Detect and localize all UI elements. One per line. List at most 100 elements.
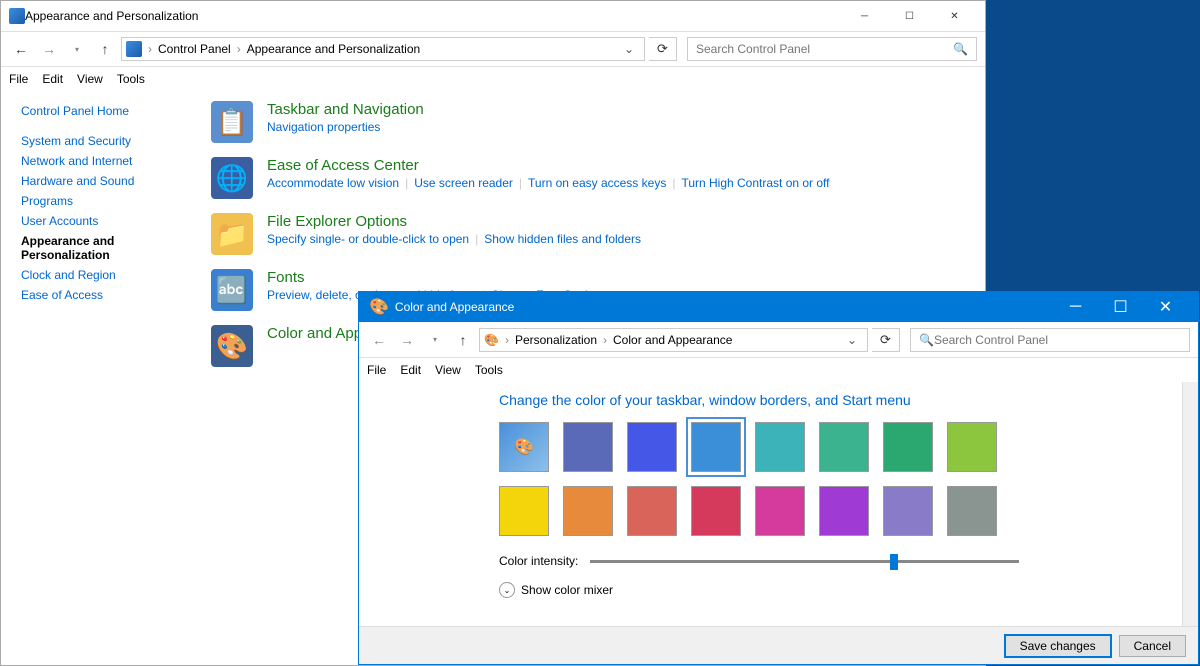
color-swatch[interactable] [691,422,741,472]
search-icon[interactable]: 🔍 [953,42,968,56]
sub-refresh-button[interactable]: ⟳ [872,328,900,352]
scrollbar[interactable] [1182,382,1198,626]
sidebar-item[interactable]: User Accounts [21,211,187,231]
intensity-slider[interactable] [590,560,1019,563]
sub-up-button[interactable]: ↑ [451,328,475,352]
breadcrumb-root[interactable]: Control Panel [158,42,231,56]
sub-menu-file[interactable]: File [367,363,386,377]
sub-search-box[interactable]: 🔍 [910,328,1190,352]
address-icon [126,41,142,57]
color-swatch[interactable] [755,422,805,472]
sub-breadcrumb-current[interactable]: Color and Appearance [613,333,732,347]
sidebar-item[interactable]: Appearance and Personalization [21,231,187,265]
breadcrumb-separator-icon: › [146,42,154,56]
search-box[interactable]: 🔍 [687,37,977,61]
sub-maximize-button[interactable]: ☐ [1098,292,1143,322]
menu-tools[interactable]: Tools [117,72,145,86]
sidebar-item[interactable]: System and Security [21,131,187,151]
sidebar-item[interactable]: Network and Internet [21,151,187,171]
sidebar-item[interactable]: Hardware and Sound [21,171,187,191]
slider-thumb[interactable] [890,554,898,570]
sub-back-button[interactable]: ← [367,328,391,352]
category-link[interactable]: Turn High Contrast on or off [681,176,829,190]
color-swatch[interactable] [947,422,997,472]
sidebar-home[interactable]: Control Panel Home [21,101,187,121]
color-swatch[interactable] [691,486,741,536]
color-swatch[interactable] [563,486,613,536]
address-dropdown-icon[interactable]: ⌄ [618,42,640,56]
category-row: 📋 Taskbar and Navigation Navigation proper… [211,101,965,143]
menubar: File Edit View Tools [1,67,985,91]
search-icon: 🔍 [919,333,934,347]
sub-search-input[interactable] [934,333,1181,347]
sub-address-bar[interactable]: 🎨 › Personalization › Color and Appearan… [479,328,868,352]
sub-menu-tools[interactable]: Tools [475,363,503,377]
sub-address-dropdown-icon[interactable]: ⌄ [841,333,863,347]
category-title[interactable]: Ease of Access Center [267,157,965,174]
sidebar-item[interactable]: Clock and Region [21,265,187,285]
category-row: 🌐Ease of Access CenterAccommodate low vi… [211,157,965,199]
category-link[interactable]: Show hidden files and folders [484,232,641,246]
search-input[interactable] [696,42,953,56]
category-links: Navigation properties [267,120,965,134]
breadcrumb-current[interactable]: Appearance and Personalization [247,42,420,56]
color-swatch[interactable] [755,486,805,536]
color-mixer-toggle[interactable]: ⌄ Show color mixer [499,582,1198,598]
category-link[interactable]: Turn on easy access keys [528,176,666,190]
sub-menu-view[interactable]: View [435,363,461,377]
color-swatch[interactable] [627,486,677,536]
sub-close-button[interactable]: ✕ [1143,292,1188,322]
up-button[interactable]: ↑ [93,37,117,61]
sub-recent-dropdown-icon[interactable]: ▾ [423,328,447,352]
refresh-button[interactable]: ⟳ [649,37,677,61]
page-heading: Change the color of your taskbar, window… [499,392,1198,408]
color-swatch[interactable] [883,422,933,472]
color-swatch[interactable] [883,486,933,536]
sidebar-item[interactable]: Programs [21,191,187,211]
minimize-button[interactable]: ─ [842,1,887,31]
category-icon: 🎨 [211,325,253,367]
sidebar: Control Panel Home System and SecurityNe… [1,91,191,665]
breadcrumb-separator-icon: › [601,333,609,347]
sub-menu-edit[interactable]: Edit [400,363,421,377]
back-button[interactable]: ← [9,37,33,61]
save-button[interactable]: Save changes [1005,635,1111,657]
recent-dropdown-icon[interactable]: ▾ [65,37,89,61]
address-bar[interactable]: › Control Panel › Appearance and Persona… [121,37,645,61]
window-title: Appearance and Personalization [25,9,842,23]
color-swatch[interactable] [563,422,613,472]
sidebar-item[interactable]: Ease of Access [21,285,187,305]
category-title[interactable]: Fonts [267,269,965,286]
swatch-automatic[interactable]: 🎨 [499,422,549,472]
control-panel-icon [9,8,25,24]
sub-navbar: ← → ▾ ↑ 🎨 › Personalization › Color and … [359,322,1198,358]
menu-edit[interactable]: Edit [42,72,63,86]
category-icon: 📋 [211,101,253,143]
intensity-label: Color intensity: [499,554,578,568]
close-button[interactable]: ✕ [932,1,977,31]
category-link[interactable]: Specify single- or double-click to open [267,232,469,246]
color-swatch[interactable] [819,486,869,536]
navbar: ← → ▾ ↑ › Control Panel › Appearance and… [1,31,985,67]
category-link[interactable]: Accommodate low vision [267,176,399,190]
menu-file[interactable]: File [9,72,28,86]
color-swatch[interactable] [947,486,997,536]
cancel-button[interactable]: Cancel [1119,635,1186,657]
menu-view[interactable]: View [77,72,103,86]
dialog-footer: Save changes Cancel [359,626,1198,664]
sub-breadcrumb-root[interactable]: Personalization [515,333,597,347]
sub-window-title: Color and Appearance [395,300,1053,314]
forward-button[interactable]: → [37,37,61,61]
category-links: Specify single- or double-click to open|… [267,232,965,246]
category-link[interactable]: Use screen reader [414,176,513,190]
maximize-button[interactable]: ☐ [887,1,932,31]
color-swatch[interactable] [819,422,869,472]
category-title[interactable]: File Explorer Options [267,213,965,230]
sub-minimize-button[interactable]: ─ [1053,292,1098,322]
category-title[interactable]: Taskbar and Navigation [267,101,965,118]
sub-forward-button[interactable]: → [395,328,419,352]
color-appearance-window: 🎨 Color and Appearance ─ ☐ ✕ ← → ▾ ↑ 🎨 ›… [358,291,1199,665]
color-swatch[interactable] [627,422,677,472]
category-link[interactable]: Navigation properties [267,120,380,134]
color-swatch[interactable] [499,486,549,536]
